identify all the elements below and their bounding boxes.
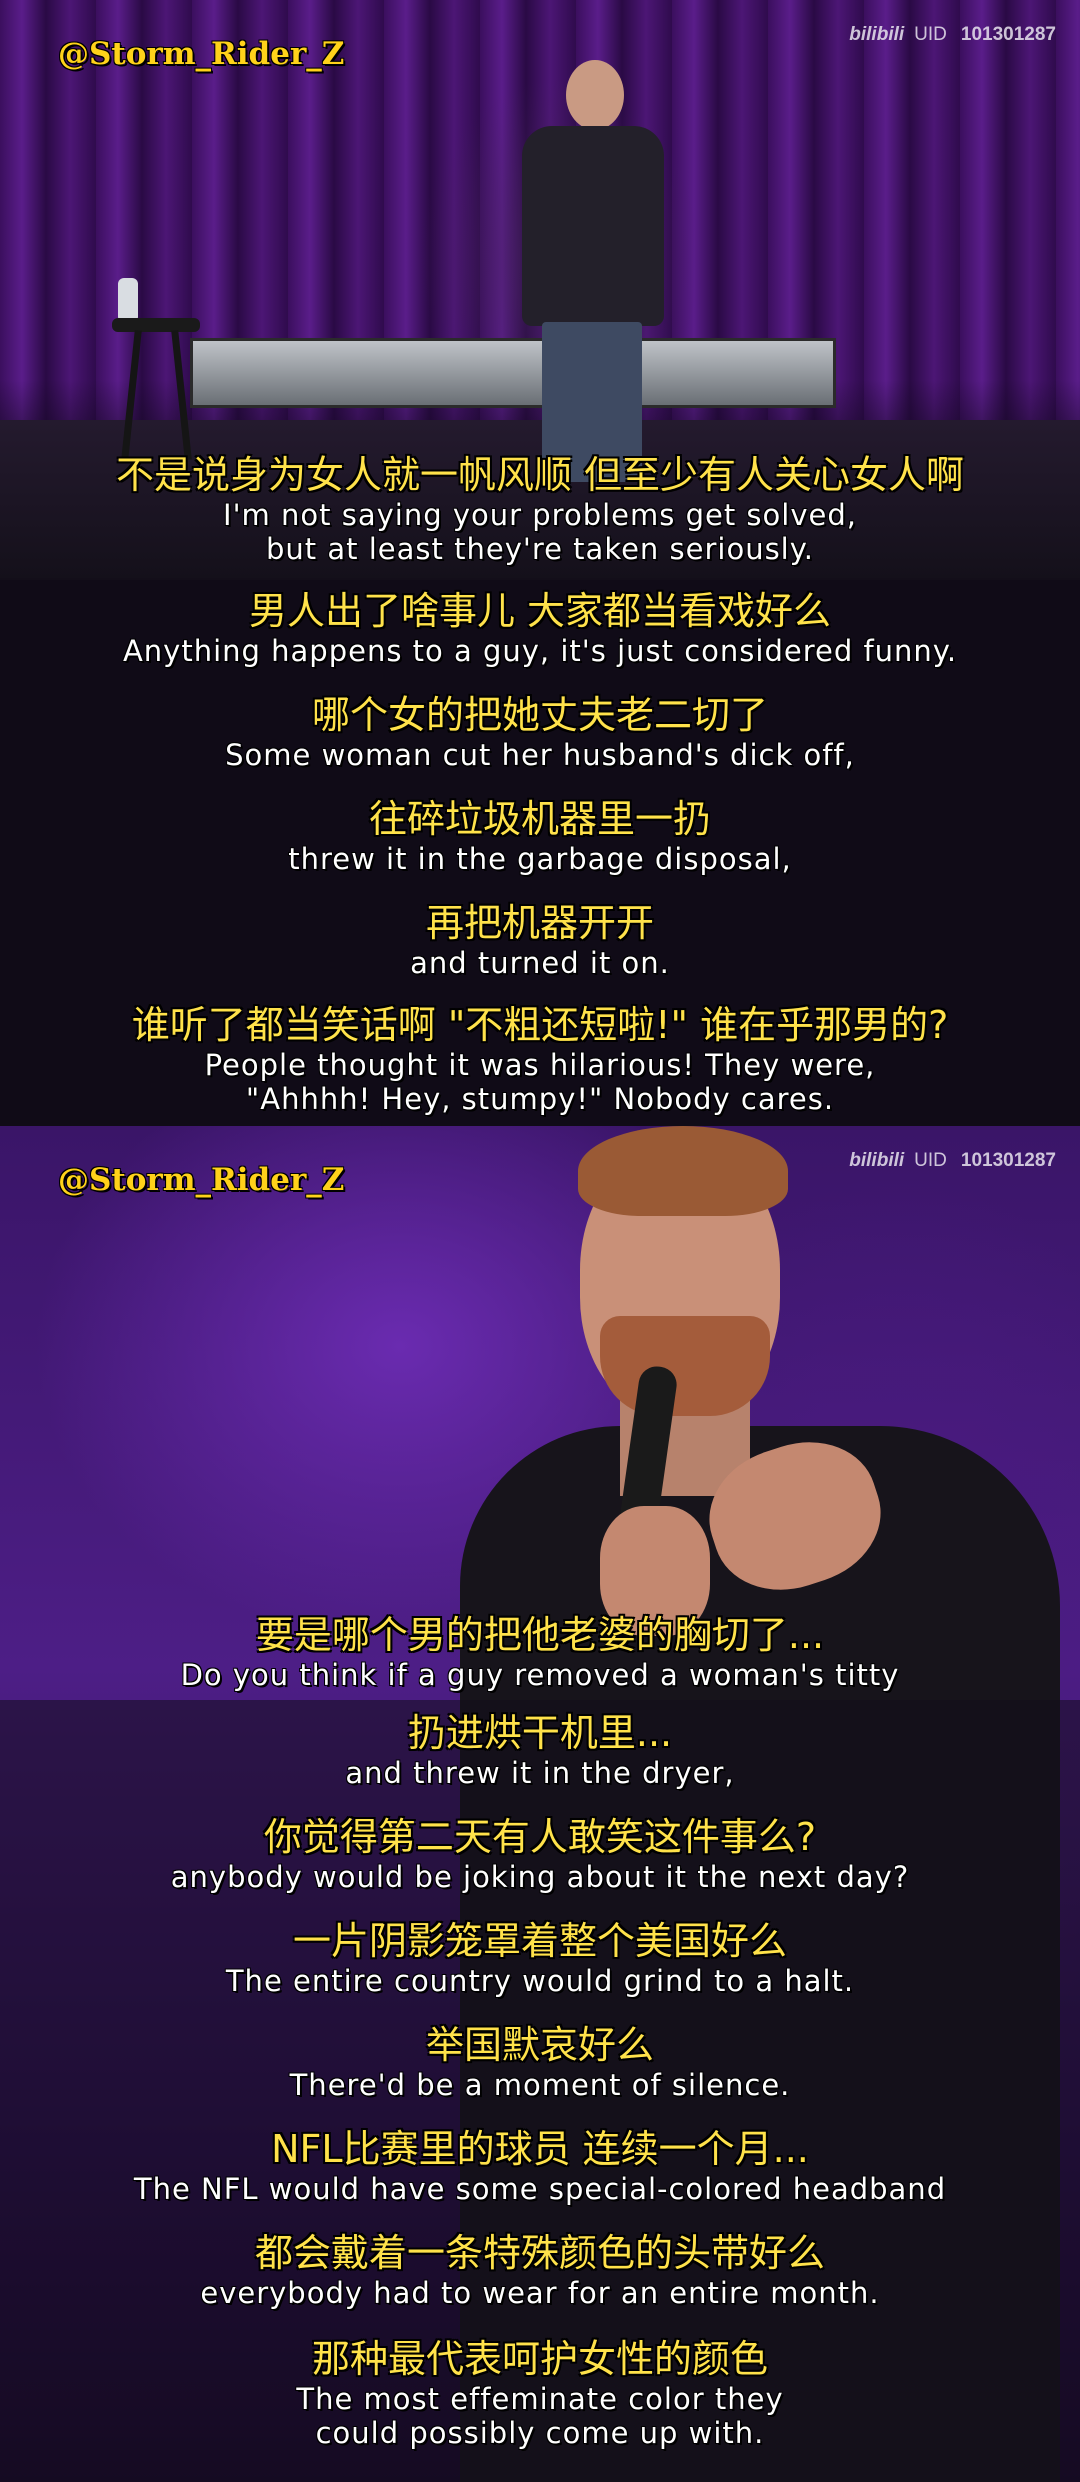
subtitle-english: There'd be a moment of silence. <box>289 2068 791 2102</box>
bilibili-logo: bilibili <box>849 24 905 45</box>
uid-label: UID <box>914 1150 947 1171</box>
subtitle-english: Anything happens to a guy, it's just con… <box>122 634 958 668</box>
subtitle-chinese: 扔进烘干机里... <box>407 1711 673 1755</box>
subtitle-english: everybody had to wear for an entire mont… <box>200 2276 880 2310</box>
bilibili-uid-mark: bilibili UID 101301287 <box>849 24 1056 46</box>
subtitle-english: The most effeminate color they <box>296 2382 784 2416</box>
subtitle-block: 一片阴影笼罩着整个美国好么 The entire country would g… <box>0 1908 1080 2012</box>
subtitle-english: People thought it was hilarious! They we… <box>204 1048 876 1082</box>
subtitle-block: 都会戴着一条特殊颜色的头带好么 everybody had to wear fo… <box>0 2220 1080 2324</box>
subtitle-block: 你觉得第二天有人敢笑这件事么? anybody would be joking … <box>0 1804 1080 1908</box>
comedian-torso <box>522 126 664 326</box>
subtitle-chinese: 不是说身为女人就一帆风顺 但至少有人关心女人啊 <box>115 453 965 497</box>
subtitle-chinese: 往碎垃圾机器里一扔 <box>368 797 711 841</box>
subtitle-english: could possibly come up with. <box>315 2416 765 2450</box>
uid-number: 101301287 <box>960 1150 1056 1171</box>
subtitle-english: The entire country would grind to a halt… <box>225 1964 855 1998</box>
subtitle-block: 再把机器开开 and turned it on. <box>0 890 1080 994</box>
uploader-watermark: @Storm_Rider_Z <box>58 36 345 72</box>
subtitle-english: threw it in the garbage disposal, <box>288 842 792 876</box>
subtitle-block: 扔进烘干机里... and threw it in the dryer, <box>0 1700 1080 1804</box>
comedian-figure <box>518 60 668 482</box>
subtitle-chinese: 你觉得第二天有人敢笑这件事么? <box>263 1815 817 1859</box>
subtitle-english: Do you think if a guy removed a woman's … <box>180 1658 900 1692</box>
subtitle-block: 往碎垃圾机器里一扔 threw it in the garbage dispos… <box>0 786 1080 890</box>
stage-amplifier <box>190 338 836 408</box>
uploader-watermark: @Storm_Rider_Z <box>58 1162 345 1198</box>
subtitle-chinese: 谁听了都当笑话啊 "不粗还短啦!" 谁在乎那男的? <box>131 1003 949 1047</box>
subtitle-chinese: 男人出了啥事儿 大家都当看戏好么 <box>248 589 832 633</box>
subtitle-english: and turned it on. <box>410 946 670 980</box>
subtitle-block: 哪个女的把她丈夫老二切了 Some woman cut her husband'… <box>0 682 1080 786</box>
water-bottle <box>118 278 138 320</box>
subtitle-block: 不是说身为女人就一帆风顺 但至少有人关心女人啊 I'm not saying y… <box>0 452 1080 566</box>
meme-collage: @Storm_Rider_Z bilibili UID 101301287 不是说身… <box>0 0 1080 2482</box>
subtitle-chinese: 都会戴着一条特殊颜色的头带好么 <box>254 2231 825 2275</box>
subtitle-english: The NFL would have some special-colored … <box>133 2172 947 2206</box>
subtitle-chinese: 再把机器开开 <box>425 901 654 945</box>
subtitle-block: 要是哪个男的把他老婆的胸切了... Do you think if a guy … <box>0 1612 1080 1692</box>
subtitle-block: 男人出了啥事儿 大家都当看戏好么 Anything happens to a g… <box>0 578 1080 682</box>
uid-number: 101301287 <box>960 24 1056 45</box>
subtitle-block: 那种最代表呵护女性的颜色 The most effeminate color t… <box>0 2324 1080 2482</box>
stool <box>112 318 200 332</box>
subtitle-chinese: NFL比赛里的球员 连续一个月... <box>271 2127 809 2171</box>
bilibili-uid-mark: bilibili UID 101301287 <box>849 1150 1056 1172</box>
subtitle-block: NFL比赛里的球员 连续一个月... The NFL would have so… <box>0 2116 1080 2220</box>
uid-label: UID <box>914 24 947 45</box>
subtitle-english: but at least they're taken seriously. <box>266 532 814 566</box>
comedian-beard <box>600 1316 770 1416</box>
subtitle-chinese: 哪个女的把她丈夫老二切了 <box>311 693 768 737</box>
bilibili-logo: bilibili <box>849 1150 905 1171</box>
comedian-head <box>566 60 624 130</box>
subtitle-english: I'm not saying your problems get solved, <box>223 498 857 532</box>
subtitle-chinese: 一片阴影笼罩着整个美国好么 <box>292 1919 787 1963</box>
subtitle-chinese: 举国默哀好么 <box>425 2023 654 2067</box>
subtitle-english: Some woman cut her husband's dick off, <box>225 738 855 772</box>
subtitle-block: 谁听了都当笑话啊 "不粗还短啦!" 谁在乎那男的? People thought… <box>0 994 1080 1126</box>
subtitle-block: 举国默哀好么 There'd be a moment of silence. <box>0 2012 1080 2116</box>
video-frame-1: @Storm_Rider_Z bilibili UID 101301287 不是说身… <box>0 0 1080 1126</box>
subtitle-english: "Ahhhh! Hey, stumpy!" Nobody cares. <box>245 1082 835 1116</box>
video-frame-2: @Storm_Rider_Z bilibili UID 101301287 要是哪个… <box>0 1126 1080 2482</box>
comedian-hair <box>578 1126 788 1216</box>
subtitle-chinese: 要是哪个男的把他老婆的胸切了... <box>255 1613 825 1657</box>
subtitle-chinese: 那种最代表呵护女性的颜色 <box>311 2337 768 2381</box>
subtitle-english: and threw it in the dryer, <box>345 1756 735 1790</box>
subtitle-english: anybody would be joking about it the nex… <box>170 1860 910 1894</box>
